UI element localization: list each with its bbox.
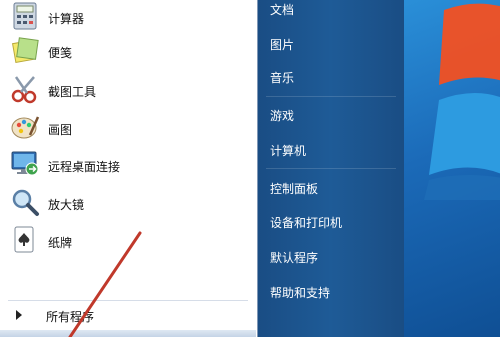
program-item-remote-desktop[interactable]: 远程桌面连接 [0,148,256,184]
all-programs-button[interactable]: 所有程序 [0,304,256,330]
place-help-support[interactable]: 帮助和支持 [258,279,404,305]
place-label: 帮助和支持 [270,286,331,300]
program-item-sticky-notes[interactable]: 便笺 [0,34,256,70]
program-item-solitaire[interactable]: 纸牌 [0,224,256,260]
program-label: 便笺 [48,45,73,60]
place-default-programs[interactable]: 默认程序 [258,244,404,270]
solitaire-icon [10,225,40,255]
paint-icon [10,112,40,142]
start-menu-places-pane: 文档 图片 音乐 游戏 计算机 控制面板 设备和打印机 默认程序 帮助和支持 [258,0,404,337]
program-label: 远程桌面连接 [48,159,121,174]
place-computer[interactable]: 计算机 [258,137,404,163]
program-label: 画图 [48,122,73,137]
place-control-panel[interactable]: 控制面板 [258,175,404,201]
place-label: 计算机 [270,144,307,158]
place-label: 设备和打印机 [270,216,343,230]
program-label: 截图工具 [48,84,97,99]
place-games[interactable]: 游戏 [258,102,404,128]
start-menu-programs-pane: 计算器 便笺 截图工具 画图 远程桌面连接 放大镜 纸牌 所有程序 [0,0,258,337]
program-label: 计算器 [48,11,85,26]
sticky-notes-icon [10,35,40,65]
programs-divider [8,300,248,301]
windows-logo-icon [424,3,500,200]
program-item-calculator[interactable]: 计算器 [0,0,256,36]
all-programs-label: 所有程序 [46,310,95,324]
expand-arrow-icon [16,310,22,320]
program-label: 放大镜 [48,197,85,212]
program-item-magnifier[interactable]: 放大镜 [0,186,256,222]
desktop-wallpaper [404,0,500,337]
place-music[interactable]: 音乐 [258,64,404,90]
program-item-snipping-tool[interactable]: 截图工具 [0,73,256,109]
place-label: 图片 [270,38,295,52]
magnifier-icon [10,187,40,217]
place-documents[interactable]: 文档 [258,0,404,22]
calculator-icon [10,1,40,31]
place-label: 文档 [270,3,295,17]
program-item-paint[interactable]: 画图 [0,111,256,147]
place-label: 音乐 [270,71,295,85]
place-label: 控制面板 [270,182,319,196]
search-area-strip [0,330,256,337]
places-separator [266,168,396,169]
place-devices-printers[interactable]: 设备和打印机 [258,209,404,235]
place-label: 游戏 [270,109,295,123]
place-label: 默认程序 [270,251,319,265]
places-separator [266,96,396,97]
place-pictures[interactable]: 图片 [258,31,404,57]
snipping-tool-icon [10,74,40,104]
remote-desktop-icon [10,149,40,179]
program-label: 纸牌 [48,235,73,250]
